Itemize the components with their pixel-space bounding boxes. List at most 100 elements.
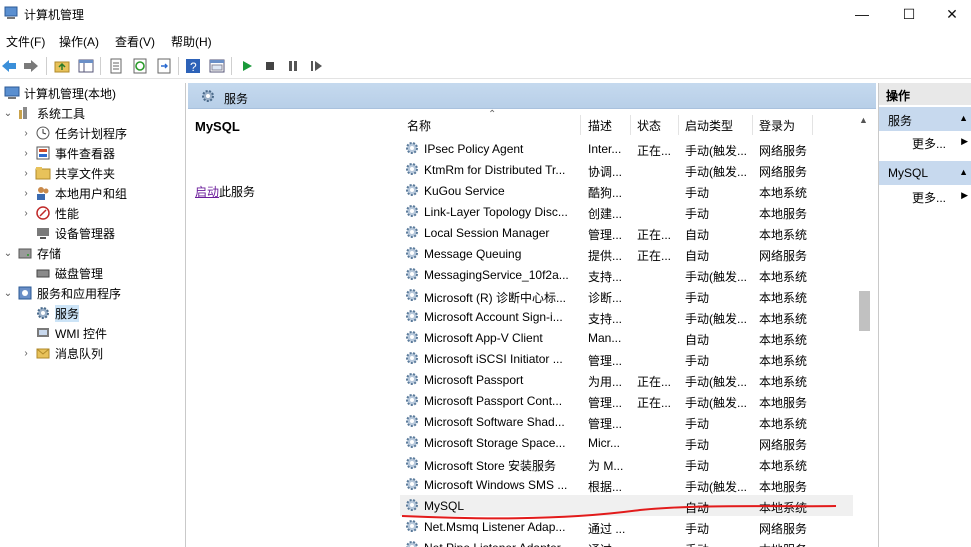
collapse-icon[interactable]: ▲ (959, 113, 968, 123)
service-row[interactable]: Message Queuing 提供... 正在... 自动 网络服务 (400, 243, 870, 264)
view-icon[interactable] (208, 57, 226, 75)
tree-item-local-users[interactable]: › 本地用户和组 (20, 183, 127, 203)
service-row[interactable]: Microsoft Passport 为用... 正在... 手动(触发... 本地系统 (400, 369, 870, 390)
tree-item-disk-management[interactable]: 磁盘管理 (20, 263, 103, 283)
column-status[interactable]: 状态 (637, 115, 661, 135)
start-service-link[interactable]: 启动 (195, 185, 219, 199)
users-icon (37, 187, 49, 200)
service-description: 通过 ... (588, 522, 626, 536)
service-row[interactable]: Local Session Manager 管理... 正在... 自动 本地系统 (400, 222, 870, 243)
service-name: Microsoft Windows SMS ... (424, 478, 568, 492)
service-row[interactable]: MySQL 自动 本地系统 (400, 495, 870, 516)
tree-item-storage[interactable]: ⌄ 存储 (2, 243, 61, 263)
computer-management-icon (4, 6, 18, 19)
menu-view[interactable]: 查看(V) (115, 33, 155, 50)
actions-section-mysql[interactable]: MySQL ▲ (879, 161, 971, 185)
service-startup-type: 手动 (685, 522, 710, 536)
column-startup-type[interactable]: 启动类型 (685, 115, 733, 135)
gear-icon (406, 268, 418, 280)
stop-icon[interactable] (261, 57, 279, 75)
menu-help[interactable]: 帮助(H) (171, 33, 212, 50)
tree-item-services-apps[interactable]: ⌄ 服务和应用程序 (2, 283, 121, 303)
play-icon[interactable] (238, 57, 256, 75)
pause-icon[interactable] (284, 57, 302, 75)
service-description: Man... (588, 331, 622, 345)
tree-item-performance[interactable]: › 性能 (20, 203, 79, 223)
gear-icon (406, 310, 418, 322)
service-description: 创建... (588, 207, 623, 221)
gear-icon (406, 352, 418, 364)
chevron-right-icon[interactable]: › (20, 348, 32, 359)
service-name: Microsoft Storage Space... (424, 436, 566, 450)
service-row[interactable]: Net.Pipe Listener Adapter 通过 ... 手动 本地服务 (400, 537, 870, 547)
actions-section-services[interactable]: 服务 ▲ (879, 107, 971, 131)
service-row[interactable]: Microsoft Account Sign-i... 支持... 手动(触发...… (400, 306, 870, 327)
service-row[interactable]: IPsec Policy Agent Inter... 正在... 手动(触发... 网… (400, 138, 870, 159)
chevron-right-icon[interactable]: › (20, 188, 32, 199)
chevron-down-icon[interactable]: ⌄ (2, 248, 14, 259)
gear-icon (406, 184, 418, 196)
forward-icon[interactable] (22, 57, 40, 75)
service-row[interactable]: Microsoft Store 安装服务 为 M... 手动 本地系统 (400, 453, 870, 474)
tree-item-shared-folders[interactable]: › 共享文件夹 (20, 163, 115, 183)
vertical-scrollbar[interactable]: ▲ (853, 109, 876, 547)
service-row[interactable]: Link-Layer Topology Disc... 创建... 手动 本地服务 (400, 201, 870, 222)
event-viewer-icon (36, 146, 50, 160)
tree-item-device-manager[interactable]: 设备管理器 (20, 223, 115, 243)
back-icon[interactable] (0, 57, 18, 75)
service-row[interactable]: Microsoft (R) 诊断中心标... 诊断... 手动 本地系统 (400, 285, 870, 306)
tree-item-event-viewer[interactable]: › 事件查看器 (20, 143, 115, 163)
service-row[interactable]: Microsoft Passport Cont... 管理... 正在... 手动(触… (400, 390, 870, 411)
service-row[interactable]: KtmRm for Distributed Tr... 协调... 手动(触发...… (400, 159, 870, 180)
tree-item-services[interactable]: 服务 (20, 303, 80, 323)
menu-action[interactable]: 操作(A) (59, 33, 99, 50)
gear-icon (406, 499, 418, 511)
chevron-right-icon[interactable]: › (20, 128, 32, 139)
service-startup-type: 手动(触发... (685, 396, 747, 410)
resume-icon[interactable] (307, 57, 325, 75)
chevron-down-icon[interactable]: ⌄ (2, 288, 14, 299)
tree-item-message-queue[interactable]: › 消息队列 (20, 343, 103, 363)
tree-item-wmi[interactable]: WMI 控件 (20, 323, 107, 343)
refresh-icon[interactable] (131, 57, 149, 75)
maximize-button[interactable]: ☐ (886, 0, 932, 28)
tree-item-system-tools[interactable]: ⌄ 系统工具 (2, 103, 85, 123)
service-status: 正在... (637, 249, 672, 263)
more-actions-mysql[interactable]: 更多... ▶ (879, 187, 971, 207)
tree-item-root[interactable]: 计算机管理(本地) (0, 83, 116, 103)
chevron-right-icon[interactable]: › (20, 148, 32, 159)
services-header: 服务 (188, 83, 876, 109)
service-row[interactable]: Microsoft Software Shad... 管理... 手动 本地系统 (400, 411, 870, 432)
service-row[interactable]: KuGou Service 酷狗... 手动 本地系统 (400, 180, 870, 201)
tree-item-task-scheduler[interactable]: › 任务计划程序 (20, 123, 127, 143)
service-startup-type: 手动 (685, 291, 710, 305)
more-actions-services[interactable]: 更多... ▶ (879, 133, 971, 153)
scroll-up-icon[interactable]: ▲ (859, 115, 868, 125)
service-row[interactable]: MessagingService_10f2a... 支持... 手动(触发... 本地… (400, 264, 870, 285)
up-folder-icon[interactable] (53, 57, 71, 75)
sort-ascending-icon: ⌃ (488, 109, 497, 120)
service-row[interactable]: Microsoft App-V Client Man... 自动 本地系统 (400, 327, 870, 348)
properties-icon[interactable] (107, 57, 125, 75)
chevron-right-icon[interactable]: › (20, 208, 32, 219)
minimize-button[interactable]: — (839, 0, 885, 28)
column-name[interactable]: 名称 (407, 115, 431, 135)
message-queue-icon (36, 348, 50, 359)
chevron-down-icon[interactable]: ⌄ (2, 108, 14, 119)
chevron-right-icon[interactable]: › (20, 168, 32, 179)
scrollbar-thumb[interactable] (859, 291, 870, 331)
show-tree-icon[interactable] (77, 57, 95, 75)
export-icon[interactable] (155, 57, 173, 75)
help-icon[interactable]: ? (184, 57, 202, 75)
close-button[interactable]: ✕ (929, 0, 971, 28)
service-row[interactable]: Microsoft Windows SMS ... 根据... 手动(触发... 本地… (400, 474, 870, 495)
menu-file[interactable]: 文件(F) (6, 33, 45, 50)
column-description[interactable]: 描述 (588, 115, 612, 135)
service-row[interactable]: Net.Msmq Listener Adap... 通过 ... 手动 网络服务 (400, 516, 870, 537)
storage-icon (18, 248, 32, 259)
service-row[interactable]: Microsoft Storage Space... Micr... 手动 网络服务 (400, 432, 870, 453)
gear-icon (406, 541, 418, 547)
collapse-icon[interactable]: ▲ (959, 167, 968, 177)
column-logon-as[interactable]: 登录为 (759, 115, 795, 135)
service-row[interactable]: Microsoft iSCSI Initiator ... 管理... 手动 本地系统 (400, 348, 870, 369)
